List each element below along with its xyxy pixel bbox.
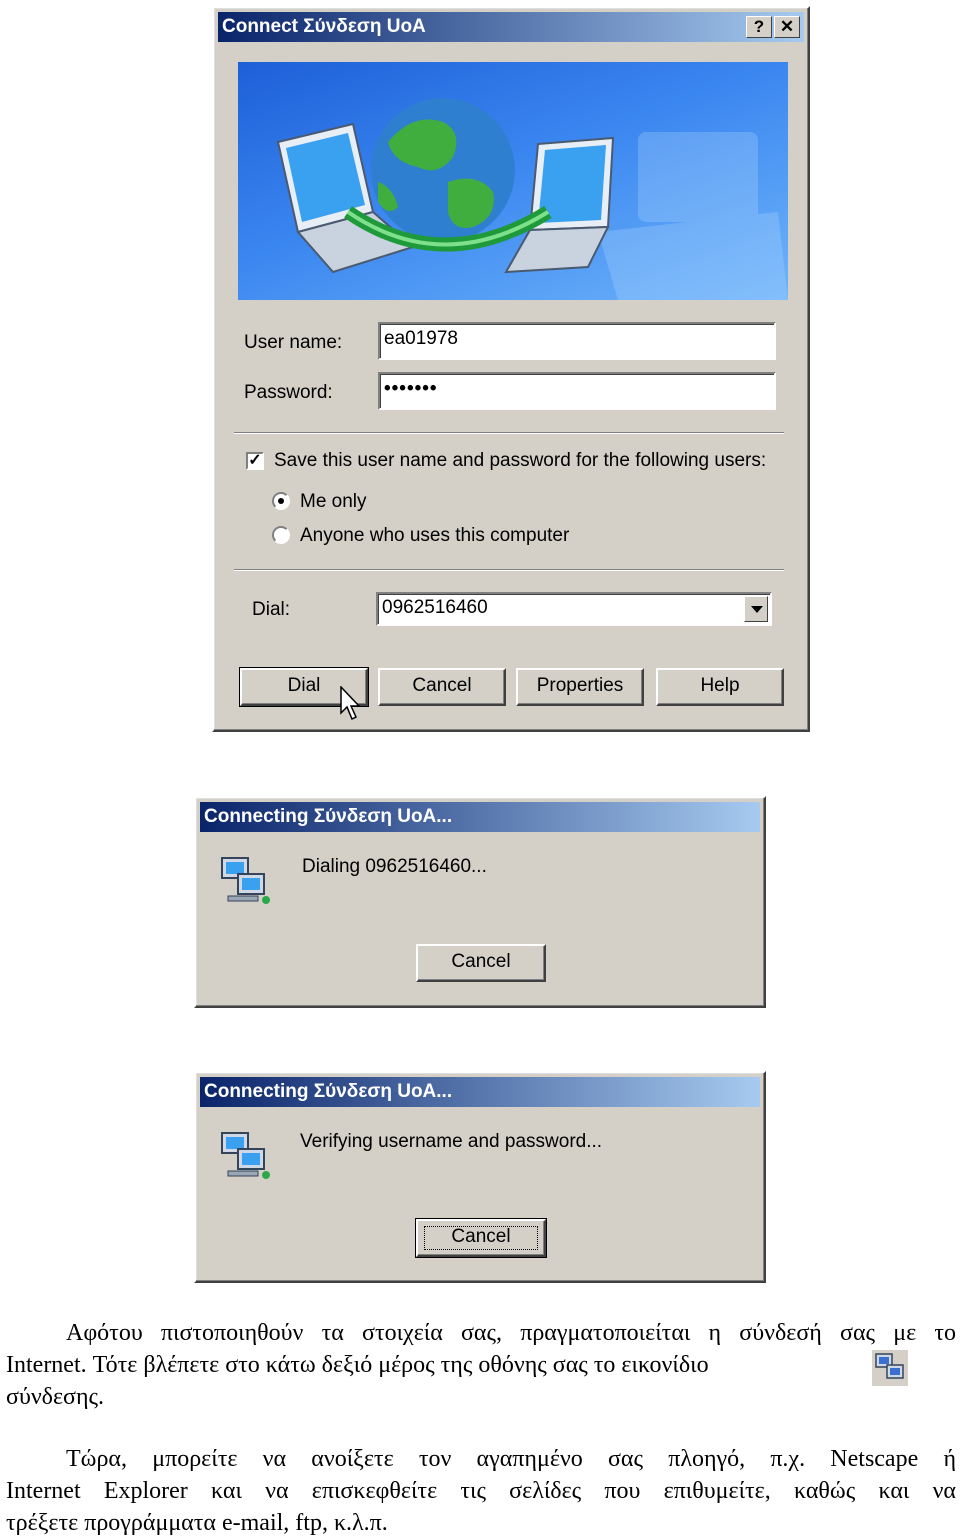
cancel-button[interactable]: Cancel bbox=[415, 1218, 547, 1258]
separator bbox=[234, 432, 784, 434]
username-field[interactable]: ea01978 bbox=[378, 322, 776, 360]
me-only-label[interactable]: Me only bbox=[300, 491, 367, 513]
cancel-button[interactable]: Cancel bbox=[378, 668, 506, 706]
paragraph-line: τρέξετε προγράμματα e-mail, ftp, κ.λ.π. bbox=[6, 1510, 388, 1536]
anyone-radio[interactable] bbox=[272, 526, 290, 544]
dialing-status: Dialing 0962516460... bbox=[302, 856, 487, 877]
mouse-cursor-icon bbox=[340, 686, 361, 721]
anyone-label[interactable]: Anyone who uses this computer bbox=[300, 525, 569, 547]
dial-number-value: 0962516460 bbox=[382, 597, 488, 618]
save-credentials-label[interactable]: Save this user name and password for the… bbox=[274, 450, 766, 472]
password-value: ••••••• bbox=[384, 378, 438, 399]
verifying-status: Verifying username and password... bbox=[300, 1131, 603, 1152]
connecting-dialog-verifying: Connecting Σύνδεση UoA... Verifying user… bbox=[194, 1071, 766, 1283]
banner-art bbox=[276, 98, 788, 300]
dialog-title: Connecting Σύνδεση UoA... bbox=[204, 806, 453, 827]
title-bar: Connecting Σύνδεση UoA... bbox=[200, 802, 760, 832]
connection-banner bbox=[238, 62, 788, 300]
title-bar: Connect Σύνδεση UoA bbox=[218, 12, 804, 42]
close-title-button[interactable]: ✕ bbox=[774, 16, 800, 38]
connecting-dialog-dialing: Connecting Σύνδεση UoA... Dialing 096251… bbox=[194, 796, 766, 1008]
me-only-radio[interactable] bbox=[272, 492, 290, 510]
paragraph-line: Internet Explorer και να επισκεφθείτε τι… bbox=[6, 1478, 956, 1504]
help-button[interactable]: Help bbox=[656, 668, 784, 706]
paragraph-line: Τώρα, μπορείτε να ανοίξετε τον αγαπημένο… bbox=[66, 1446, 956, 1472]
laptop-icon bbox=[504, 136, 615, 274]
globe-icon bbox=[371, 98, 515, 242]
username-label: User name: bbox=[244, 332, 343, 353]
dialog-title: Connecting Σύνδεση UoA... bbox=[204, 1081, 453, 1102]
save-credentials-checkbox[interactable]: ✓ bbox=[246, 452, 264, 470]
paragraph-line: σύνδεσης. bbox=[6, 1384, 105, 1410]
help-title-button[interactable]: ? bbox=[746, 16, 772, 38]
network-connection-icon bbox=[221, 1132, 270, 1179]
dial-label: Dial: bbox=[252, 599, 291, 620]
password-field[interactable]: ••••••• bbox=[378, 372, 776, 410]
username-value: ea01978 bbox=[384, 328, 458, 349]
network-connection-icon bbox=[221, 857, 270, 904]
focus-rectangle bbox=[424, 1226, 538, 1250]
chevron-down-icon[interactable] bbox=[744, 596, 768, 622]
paragraph-line: Αφότου πιστοποιηθούν τα στοιχεία σας, πρ… bbox=[66, 1320, 956, 1346]
dialog-title: Connect Σύνδεση UoA bbox=[222, 16, 426, 37]
properties-button[interactable]: Properties bbox=[516, 668, 644, 706]
connect-dialog: Connect Σύνδεση UoA ? ✕ User name: ea019… bbox=[212, 6, 810, 732]
title-bar: Connecting Σύνδεση UoA... bbox=[200, 1077, 760, 1107]
paragraph-line: Internet. Τότε βλέπετε στο κάτω δεξιό μέ… bbox=[6, 1352, 709, 1378]
separator bbox=[234, 569, 784, 571]
password-label: Password: bbox=[244, 382, 333, 403]
cancel-button[interactable]: Cancel bbox=[416, 944, 546, 982]
dial-number-dropdown[interactable]: 0962516460 bbox=[376, 592, 772, 626]
